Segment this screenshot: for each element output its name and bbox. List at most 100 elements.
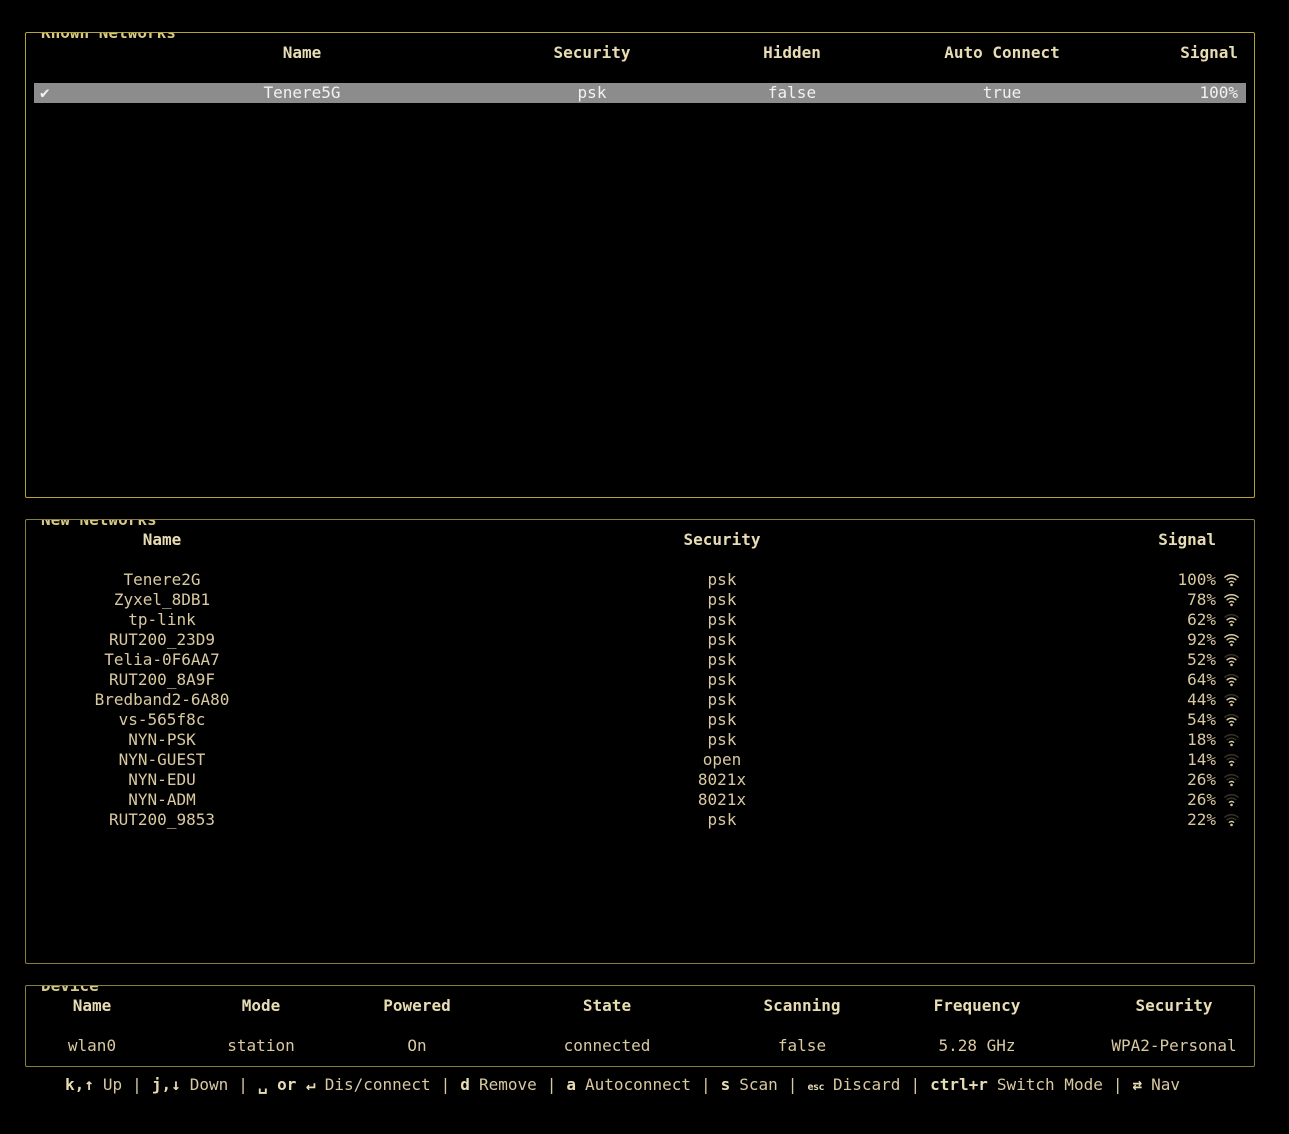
column-header-name: Name <box>66 43 538 63</box>
network-name: vs-565f8c <box>34 710 290 730</box>
column-header-mode: Mode <box>150 996 372 1016</box>
network-name: RUT200_8A9F <box>34 670 290 690</box>
wifi-signal-icon <box>1223 673 1240 687</box>
new-network-row[interactable]: tp-linkpsk62% <box>34 610 1246 630</box>
signal-percent: 44% <box>1187 690 1216 710</box>
network-security: 8021x <box>290 790 1154 810</box>
new-network-row[interactable]: RUT200_23D9psk92% <box>34 630 1246 650</box>
wifi-signal-icon <box>1223 593 1240 607</box>
new-networks-rows: Tenere2Gpsk100%Zyxel_8DB1psk78%tp-linkps… <box>34 570 1246 830</box>
hotkey: ctrl+r <box>930 1075 988 1094</box>
new-network-row[interactable]: NYN-EDU8021x 26% <box>34 770 1246 790</box>
network-name: NYN-GUEST <box>34 750 290 770</box>
signal-percent: 18% <box>1187 730 1216 750</box>
new-networks-title: New Networks <box>35 519 163 530</box>
network-security: 8021x <box>290 770 1154 790</box>
column-header-name: Name <box>34 530 290 550</box>
device-header: Name Mode Powered State Scanning Frequen… <box>34 996 1246 1016</box>
new-network-row[interactable]: Telia-0F6AA7psk 52% <box>34 650 1246 670</box>
network-signal: 52% <box>1154 650 1246 670</box>
new-networks-header: Name Security Signal <box>34 530 1246 550</box>
signal-percent: 14% <box>1187 750 1216 770</box>
network-name: Bredband2-6A80 <box>34 690 290 710</box>
column-header-auto-connect: Auto Connect <box>938 43 1066 63</box>
help-item-down: j,↓Down <box>152 1075 228 1094</box>
known-networks-title: Known Networks <box>35 32 182 43</box>
column-header-state: State <box>462 996 752 1016</box>
network-security: psk <box>290 650 1154 670</box>
new-network-row[interactable]: Bredband2-6A80psk 44% <box>34 690 1246 710</box>
help-separator: | <box>441 1075 451 1094</box>
network-signal: 64% <box>1154 670 1246 690</box>
network-signal: 78% <box>1154 590 1246 610</box>
hotkey: ␣ or ↵ <box>258 1075 316 1094</box>
help-item-discard: esc Discard <box>807 1075 900 1094</box>
column-header-name: Name <box>34 996 150 1016</box>
known-network-row[interactable]: ✔Tenere5Gpskfalsetrue100% <box>34 83 1246 103</box>
network-signal: 62% <box>1154 610 1246 630</box>
network-signal: 92% <box>1154 630 1246 650</box>
network-security: psk <box>290 610 1154 630</box>
device-name: wlan0 <box>34 1036 150 1056</box>
new-network-row[interactable]: Zyxel_8DB1psk78% <box>34 590 1246 610</box>
help-separator: | <box>788 1075 798 1094</box>
network-security: psk <box>290 570 1154 590</box>
hotkey-label: Down <box>190 1075 229 1094</box>
new-network-row[interactable]: RUT200_8A9Fpsk64% <box>34 670 1246 690</box>
hotkey-label: Discard <box>833 1075 900 1094</box>
network-signal: 100% <box>1066 83 1246 103</box>
column-header-security: Security <box>1102 996 1246 1016</box>
help-separator: | <box>132 1075 142 1094</box>
network-security: psk <box>290 590 1154 610</box>
device-rows: wlan0stationOnconnectedfalse5.28 GHzWPA2… <box>34 1036 1246 1056</box>
device-title: Device <box>35 985 105 996</box>
new-network-row[interactable]: vs-565f8cpsk54% <box>34 710 1246 730</box>
network-name: NYN-ADM <box>34 790 290 810</box>
help-separator: | <box>238 1075 248 1094</box>
help-item-autoconnect: aAutoconnect <box>566 1075 691 1094</box>
known-networks-panel: Known Networks Name Security Hidden Auto… <box>25 32 1255 498</box>
network-signal: 26% <box>1154 770 1246 790</box>
network-name: Tenere2G <box>34 570 290 590</box>
network-name: Tenere5G <box>66 83 538 103</box>
hotkey: esc <box>807 1082 824 1093</box>
network-name: RUT200_9853 <box>34 810 290 830</box>
new-network-row[interactable]: NYN-GUESTopen14% <box>34 750 1246 770</box>
device-frequency: 5.28 GHz <box>852 1036 1102 1056</box>
wifi-signal-icon <box>1223 713 1240 727</box>
network-security: psk <box>290 810 1154 830</box>
hotkey: d <box>460 1075 470 1094</box>
help-item-remove: d Remove <box>460 1075 536 1094</box>
new-network-row[interactable]: NYN-PSKpsk18% <box>34 730 1246 750</box>
hotkey-label: Remove <box>479 1075 537 1094</box>
new-network-row[interactable]: Tenere2Gpsk 100% <box>34 570 1246 590</box>
network-security: psk <box>290 710 1154 730</box>
device-scanning: false <box>752 1036 852 1056</box>
column-header-signal: Signal <box>1066 43 1246 63</box>
signal-percent: 26% <box>1187 770 1216 790</box>
new-network-row[interactable]: RUT200_9853psk22% <box>34 810 1246 830</box>
hotkey-label: Switch Mode <box>997 1075 1103 1094</box>
check-column-spacer <box>34 43 66 63</box>
help-item-switch-mode: ctrl+r Switch Mode <box>930 1075 1103 1094</box>
network-name: NYN-EDU <box>34 770 290 790</box>
column-header-security: Security <box>290 530 1154 550</box>
device-security: WPA2-Personal <box>1102 1036 1246 1056</box>
network-autoconnect: true <box>938 83 1066 103</box>
network-signal: 44% <box>1154 690 1246 710</box>
network-security: psk <box>290 690 1154 710</box>
signal-percent: 100% <box>1177 570 1216 590</box>
wifi-signal-icon <box>1223 773 1240 787</box>
network-name: NYN-PSK <box>34 730 290 750</box>
signal-percent: 52% <box>1187 650 1216 670</box>
new-network-row[interactable]: NYN-ADM8021x26% <box>34 790 1246 810</box>
wifi-signal-icon <box>1223 653 1240 667</box>
network-name: Telia-0F6AA7 <box>34 650 290 670</box>
device-row: wlan0stationOnconnectedfalse5.28 GHzWPA2… <box>34 1036 1246 1056</box>
terminal-screen: Known Networks Name Security Hidden Auto… <box>0 0 1289 1098</box>
network-signal: 22% <box>1154 810 1246 830</box>
help-separator: | <box>701 1075 711 1094</box>
device-mode: station <box>150 1036 372 1056</box>
network-security: psk <box>290 670 1154 690</box>
column-header-powered: Powered <box>372 996 462 1016</box>
